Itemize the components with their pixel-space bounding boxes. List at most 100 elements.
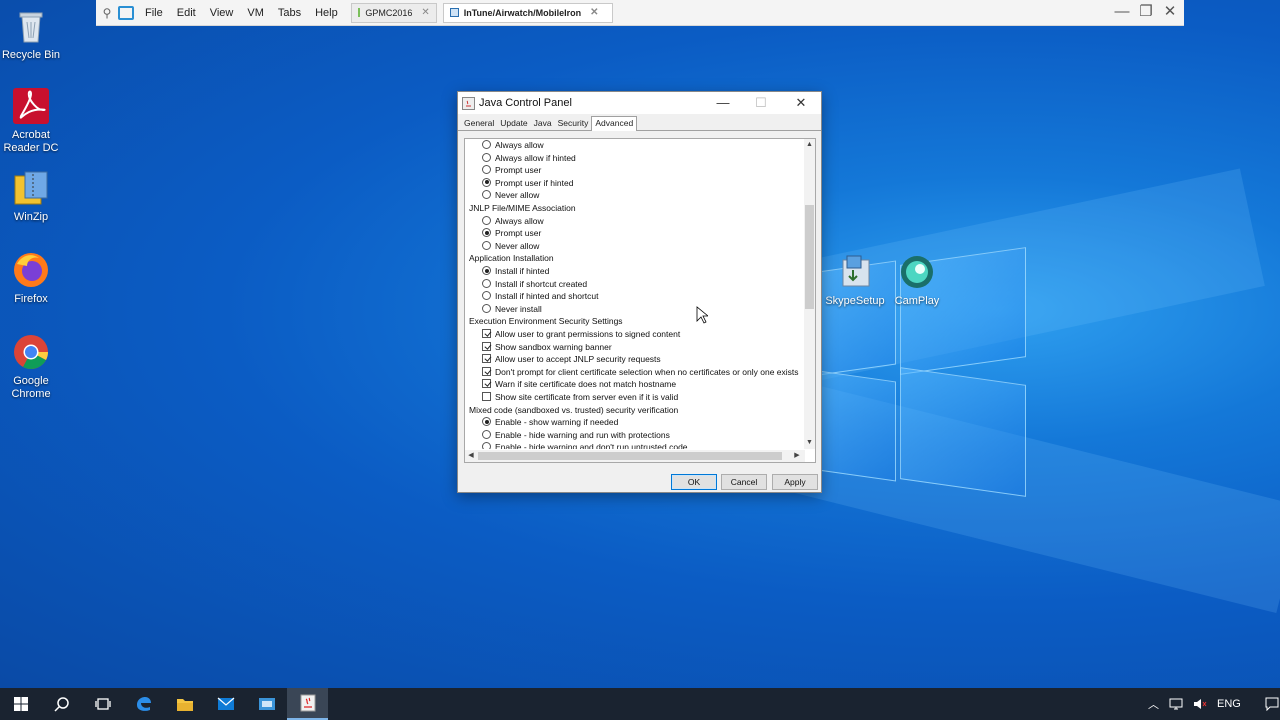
tab-security[interactable]: Security (555, 117, 592, 130)
close-tab-icon[interactable]: ✕ (421, 7, 429, 18)
desktop-icon-winzip[interactable]: WinZip (0, 168, 62, 224)
radio-button[interactable] (482, 442, 491, 449)
firefox-icon (14, 253, 48, 287)
radio-button[interactable] (482, 140, 491, 149)
close-tab-icon[interactable]: ✕ (590, 7, 598, 18)
server-manager-icon[interactable] (246, 688, 287, 720)
menu-help[interactable]: Help (308, 7, 345, 19)
horizontal-scrollbar[interactable]: ◀ ▶ (465, 450, 805, 462)
radio-button[interactable] (482, 215, 491, 225)
apply-button[interactable]: Apply (772, 474, 818, 490)
radio-option[interactable]: Never install (482, 303, 542, 316)
radio-option[interactable]: Enable - hide warning and don't run untr… (482, 441, 688, 449)
java-icon[interactable] (287, 688, 328, 720)
mail-icon[interactable] (205, 688, 246, 720)
radio-button[interactable] (482, 228, 491, 238)
radio-option[interactable]: Prompt user (482, 164, 541, 177)
tab-java[interactable]: Java (531, 117, 555, 130)
minimize-icon[interactable]: — (1112, 2, 1132, 22)
checkbox[interactable] (482, 392, 491, 401)
option-label: Never install (495, 303, 542, 314)
vm-home-icon[interactable] (118, 5, 134, 20)
checkbox-option[interactable]: Warn if site certificate does not match … (482, 378, 676, 391)
vm-tab-icon (357, 8, 361, 17)
menu-tabs[interactable]: Tabs (271, 7, 308, 19)
checkbox[interactable] (482, 379, 491, 389)
radio-button[interactable] (482, 177, 491, 187)
menu-vm[interactable]: VM (240, 7, 271, 19)
radio-button[interactable] (482, 303, 491, 313)
volume-muted-icon[interactable] (1193, 698, 1207, 710)
checkbox[interactable] (482, 366, 491, 376)
checkbox[interactable] (482, 341, 491, 351)
search-icon[interactable] (41, 688, 82, 720)
radio-button[interactable] (482, 152, 491, 162)
radio-button[interactable] (482, 429, 491, 439)
checkbox-option[interactable]: Don't prompt for client certificate sele… (482, 366, 799, 379)
close-icon[interactable]: ✕ (782, 92, 820, 114)
vm-tab-gpmc2016[interactable]: GPMC2016 ✕ (350, 2, 437, 23)
desktop-icon-firefox[interactable]: Firefox (0, 250, 62, 306)
settings-section-heading: Application Installation (469, 252, 554, 265)
notifications-icon[interactable] (1265, 697, 1279, 711)
scroll-thumb[interactable] (805, 205, 814, 309)
radio-button[interactable] (482, 240, 491, 250)
radio-button[interactable] (482, 165, 491, 175)
menu-file[interactable]: File (138, 7, 170, 19)
checkbox[interactable] (482, 354, 491, 364)
radio-option[interactable]: Install if hinted (482, 265, 549, 278)
radio-option[interactable]: Install if shortcut created (482, 278, 587, 291)
checkbox[interactable] (482, 329, 491, 338)
vertical-scrollbar[interactable]: ▲ ▼ (804, 139, 815, 449)
radio-option[interactable]: Never allow (482, 240, 539, 253)
tab-update[interactable]: Update (497, 117, 530, 130)
file-explorer-icon[interactable] (164, 688, 205, 720)
scroll-up-icon[interactable]: ▲ (804, 139, 815, 150)
scroll-right-icon[interactable]: ▶ (791, 450, 803, 462)
minimize-icon[interactable]: — (704, 92, 742, 114)
checkbox-option[interactable]: Allow user to grant permissions to signe… (482, 328, 680, 341)
desktop-icon-acrobat[interactable]: Acrobat Reader DC (0, 86, 62, 155)
desktop-icon-chrome[interactable]: Google Chrome (0, 332, 62, 401)
radio-button[interactable] (482, 190, 491, 200)
network-icon[interactable] (1169, 698, 1183, 710)
edge-icon[interactable] (123, 688, 164, 720)
checkbox-option[interactable]: Show site certificate from server even i… (482, 391, 678, 404)
pin-icon[interactable]: ⚲ (96, 6, 118, 20)
chevron-up-icon[interactable]: ︿ (1148, 696, 1159, 712)
radio-option[interactable]: Always allow if hinted (482, 152, 576, 165)
scroll-thumb[interactable] (478, 452, 782, 460)
vm-tab-intune[interactable]: InTune/Airwatch/MobileIron ✕ (442, 2, 613, 23)
radio-button[interactable] (482, 278, 491, 288)
scroll-left-icon[interactable]: ◀ (465, 450, 477, 462)
ok-button[interactable]: OK (671, 474, 717, 490)
radio-button[interactable] (482, 291, 491, 301)
language-indicator[interactable]: ENG (1217, 698, 1241, 710)
radio-option[interactable]: Prompt user (482, 227, 541, 240)
radio-option[interactable]: Never allow (482, 189, 539, 202)
start-icon[interactable] (0, 688, 41, 720)
task-view-icon[interactable] (82, 688, 123, 720)
desktop-icon-recycle-bin[interactable]: Recycle Bin (0, 6, 62, 62)
tab-general[interactable]: General (461, 117, 497, 130)
cancel-button[interactable]: Cancel (721, 474, 767, 490)
radio-option[interactable]: Prompt user if hinted (482, 177, 573, 190)
desktop-icon-skypesetup[interactable]: SkypeSetup (824, 252, 886, 308)
radio-button[interactable] (482, 417, 491, 427)
checkbox-option[interactable]: Allow user to accept JNLP security reque… (482, 353, 661, 366)
radio-option[interactable]: Always allow (482, 139, 544, 152)
radio-option[interactable]: Always allow (482, 215, 544, 228)
radio-button[interactable] (482, 266, 491, 275)
desktop-icon-camplay[interactable]: CamPlay (886, 252, 948, 308)
menu-view[interactable]: View (203, 7, 241, 19)
tab-advanced[interactable]: Advanced (591, 116, 638, 131)
checkbox-option[interactable]: Show sandbox warning banner (482, 341, 612, 354)
restore-icon[interactable]: ❐ (1136, 2, 1156, 22)
close-icon[interactable]: ✕ (1160, 2, 1180, 22)
radio-option[interactable]: Enable - hide warning and run with prote… (482, 429, 670, 442)
window-titlebar[interactable]: Java Control Panel — ☐ ✕ (458, 92, 821, 114)
scroll-down-icon[interactable]: ▼ (804, 437, 815, 448)
radio-option[interactable]: Install if hinted and shortcut (482, 290, 598, 303)
menu-edit[interactable]: Edit (170, 7, 203, 19)
radio-option[interactable]: Enable - show warning if needed (482, 416, 618, 429)
